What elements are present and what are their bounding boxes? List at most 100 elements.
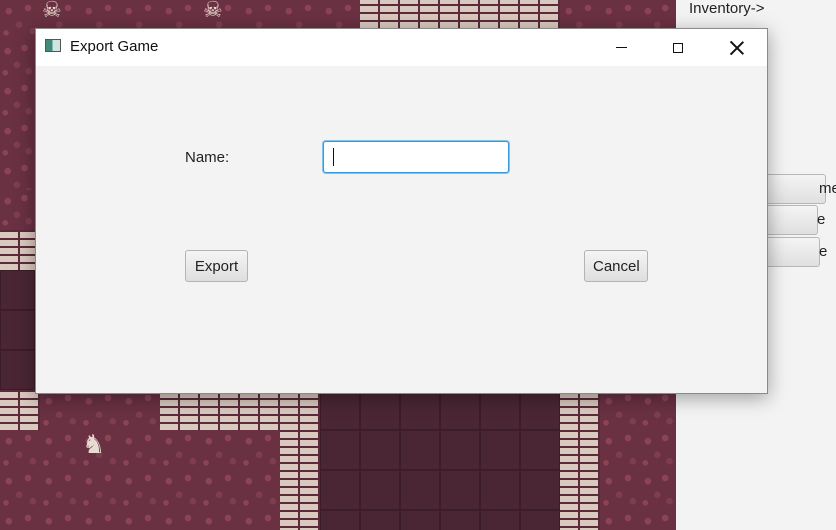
player-knight-icon: ♞ xyxy=(82,430,106,460)
brick-tile xyxy=(200,390,240,430)
brick-tile xyxy=(240,390,280,430)
brick-tile xyxy=(440,0,480,28)
floor-tile xyxy=(520,390,560,430)
brick-tile xyxy=(480,0,520,28)
close-icon xyxy=(730,41,744,55)
maximize-icon xyxy=(673,42,683,53)
brick-tile xyxy=(280,430,320,470)
side-button-label: me xyxy=(819,180,836,197)
brick-tile xyxy=(520,0,560,28)
skeleton-icon: ☠ xyxy=(203,0,223,23)
side-button-label: e xyxy=(817,211,826,228)
rubble-tile xyxy=(0,80,35,120)
floor-tile xyxy=(320,510,360,530)
rubble-tile xyxy=(160,470,200,510)
rubble-tile xyxy=(80,470,120,510)
name-input[interactable] xyxy=(323,141,509,173)
rubble-tile xyxy=(40,390,80,430)
brick-tile xyxy=(560,430,600,470)
rubble-tile xyxy=(160,510,200,530)
floor-tile xyxy=(360,510,400,530)
rubble-tile xyxy=(600,470,640,510)
brick-tile xyxy=(400,0,440,28)
rubble-tile xyxy=(600,510,640,530)
floor-tile xyxy=(440,510,480,530)
rubble-tile xyxy=(120,390,160,430)
export-button[interactable]: Export xyxy=(185,250,248,282)
rubble-tile xyxy=(240,470,280,510)
rubble-tile xyxy=(0,0,40,40)
floor-tile xyxy=(480,390,520,430)
floor-tile xyxy=(0,270,35,310)
floor-tile xyxy=(400,390,440,430)
rubble-tile xyxy=(40,430,80,470)
rubble-tile xyxy=(0,40,35,80)
rubble-tile xyxy=(640,470,676,510)
rubble-tile xyxy=(640,430,676,470)
rubble-tile xyxy=(0,510,40,530)
rubble-tile xyxy=(640,390,676,430)
floor-tile xyxy=(320,430,360,470)
floor-tile xyxy=(440,390,480,430)
dialog-title: Export Game xyxy=(70,38,159,55)
floor-tile xyxy=(400,510,440,530)
name-label: Name: xyxy=(185,149,230,166)
rubble-tile xyxy=(40,510,80,530)
brick-tile xyxy=(0,390,40,430)
maximize-button[interactable] xyxy=(655,29,701,66)
brick-tile xyxy=(280,390,320,430)
floor-tile xyxy=(440,470,480,510)
rubble-tile xyxy=(0,190,35,230)
floor-tile xyxy=(400,470,440,510)
brick-tile xyxy=(280,470,320,510)
floor-tile xyxy=(480,510,520,530)
inventory-label: Inventory-> xyxy=(689,0,765,17)
rubble-tile xyxy=(200,470,240,510)
floor-tile xyxy=(480,470,520,510)
dialog-titlebar[interactable]: Export Game xyxy=(36,29,767,66)
cancel-button[interactable]: Cancel xyxy=(584,250,648,282)
minimize-icon xyxy=(615,47,627,48)
minimize-button[interactable] xyxy=(598,29,644,66)
floor-tile xyxy=(520,510,560,530)
floor-tile xyxy=(400,430,440,470)
floor-tile xyxy=(320,390,360,430)
rubble-tile xyxy=(240,510,280,530)
rubble-tile xyxy=(200,430,240,470)
floor-tile xyxy=(520,470,560,510)
brick-tile xyxy=(560,390,600,430)
rubble-tile xyxy=(160,430,200,470)
floor-tile xyxy=(360,430,400,470)
brick-tile xyxy=(0,230,35,270)
rubble-tile xyxy=(120,470,160,510)
brick-tile xyxy=(560,470,600,510)
brick-tile xyxy=(280,510,320,530)
rubble-tile xyxy=(200,510,240,530)
export-game-dialog: Export Game Name: Export Cancel xyxy=(35,28,768,394)
rubble-tile xyxy=(0,470,40,510)
app-window-icon xyxy=(45,39,61,52)
rubble-tile xyxy=(600,430,640,470)
floor-tile xyxy=(480,430,520,470)
floor-tile xyxy=(360,390,400,430)
floor-tile xyxy=(440,430,480,470)
rubble-tile xyxy=(640,510,676,530)
rubble-tile xyxy=(0,430,40,470)
rubble-tile xyxy=(80,510,120,530)
brick-tile xyxy=(160,390,200,430)
rubble-tile xyxy=(40,470,80,510)
rubble-tile xyxy=(240,430,280,470)
floor-tile xyxy=(0,350,35,390)
brick-tile xyxy=(560,510,600,530)
rubble-tile xyxy=(0,120,35,160)
skeleton-icon: ☠ xyxy=(42,0,62,23)
close-button[interactable] xyxy=(714,29,760,66)
floor-tile xyxy=(320,470,360,510)
floor-tile xyxy=(0,310,35,350)
floor-tile xyxy=(520,430,560,470)
rubble-tile xyxy=(600,390,640,430)
rubble-tile xyxy=(80,390,120,430)
floor-tile xyxy=(360,470,400,510)
rubble-tile xyxy=(120,430,160,470)
brick-tile xyxy=(360,0,400,28)
